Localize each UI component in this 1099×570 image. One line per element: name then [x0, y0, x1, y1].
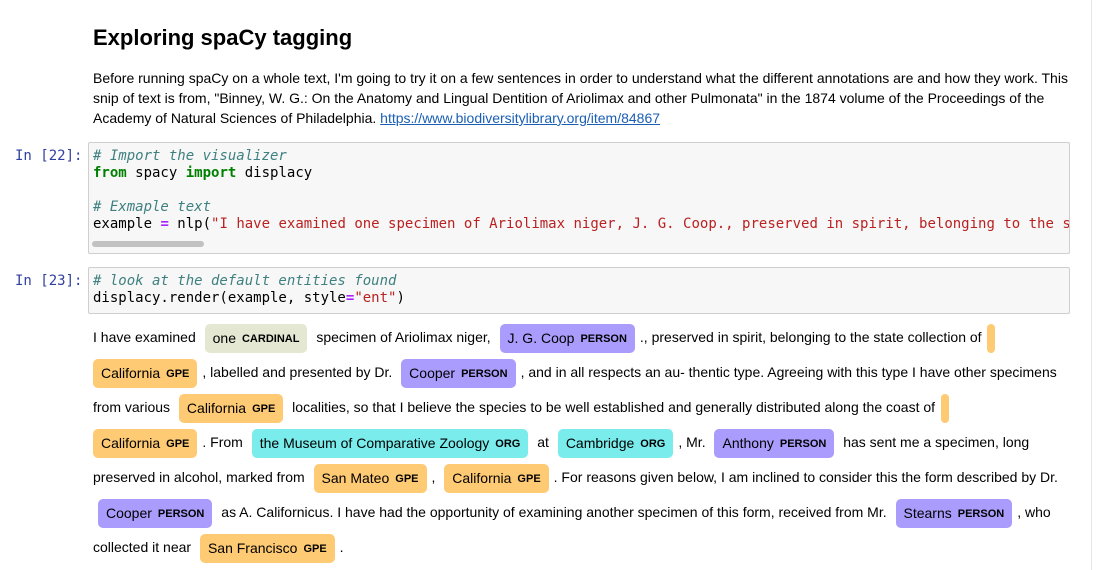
output-text: as A. Californicus. I have had the oppor…	[217, 504, 891, 520]
entity-text: Cambridge	[565, 434, 635, 451]
code-var: example	[93, 216, 161, 232]
horizontal-scrollbar[interactable]	[89, 238, 1069, 251]
code-operator: =	[160, 216, 169, 232]
entity-gpe: California GPE	[444, 463, 549, 493]
entity-org: the Museum of Comparative Zoology ORG	[251, 428, 529, 458]
entity-text: California	[452, 469, 512, 486]
entity-org: Cambridge ORG	[557, 428, 674, 458]
entity-gpe: San Francisco GPE	[199, 533, 335, 563]
cell-23-input[interactable]: # look at the default entities found dis…	[88, 267, 1070, 314]
output-text: at	[533, 434, 553, 450]
entity-label: PERSON	[580, 332, 627, 345]
output-text: ., preserved in spirit, belonging to the…	[639, 329, 986, 345]
entity-label: PERSON	[461, 367, 508, 380]
entity-label: ORG	[640, 437, 666, 450]
entity-person: Cooper PERSON	[98, 498, 213, 528]
code-string: "ent"	[354, 290, 397, 306]
output-text: . For reasons given below, I am inclined…	[553, 469, 1058, 485]
entity-label: GPE	[166, 367, 190, 380]
entity-gpe: San Mateo GPE	[313, 463, 427, 493]
source-link[interactable]: https://www.biodiversitylibrary.org/item…	[380, 110, 660, 126]
entity-text: J. G. Coop	[507, 329, 575, 346]
scrollbar-thumb[interactable]	[92, 241, 204, 247]
entity-label: PERSON	[957, 507, 1005, 520]
entity-label: GPE	[517, 472, 541, 485]
entity-text: San Mateo	[321, 469, 390, 486]
entity-label: PERSON	[779, 437, 827, 450]
entity-cardinal: one CARDINAL	[204, 323, 308, 353]
entity-text: California	[186, 399, 247, 416]
markdown-cell: Exploring spaCy tagging Before running s…	[93, 24, 1083, 128]
code-keyword: from	[93, 165, 127, 181]
entity-text: the Museum of Comparative Zoology	[259, 434, 490, 451]
code-comment: # Import the visualizer	[93, 148, 287, 164]
cell-23-code[interactable]: # look at the default entities found dis…	[89, 268, 1069, 312]
code-comment: # Exmaple text	[93, 199, 212, 215]
code-string: "I have examined one specimen of Ariolim…	[211, 216, 1070, 232]
cell-22-code[interactable]: # Import the visualizer from spacy impor…	[89, 143, 1069, 238]
entity-label: ORG	[495, 437, 521, 450]
entity-text: one	[212, 329, 236, 346]
code-name: displacy	[236, 165, 313, 181]
displacy-output: I have examined one CARDINAL specimen of …	[93, 320, 1078, 565]
output-text: .	[339, 539, 344, 555]
entity-wrap-stub	[987, 323, 996, 353]
output-text: , labelled and presented by Dr.	[202, 364, 397, 380]
code-module: spacy	[126, 165, 186, 181]
code-comment: # look at the default entities found	[93, 273, 397, 289]
code-call: nlp(	[168, 216, 212, 232]
entity-text: Cooper	[409, 364, 456, 381]
entity-label: PERSON	[157, 507, 205, 520]
entity-text: California	[101, 434, 161, 451]
output-text: specimen of Ariolimax niger,	[312, 329, 495, 345]
entity-wrap-stub	[940, 393, 949, 423]
cell-22-input[interactable]: # Import the visualizer from spacy impor…	[88, 142, 1070, 254]
code-paren: )	[396, 290, 405, 306]
output-text: ,	[431, 469, 440, 485]
entity-person: Cooper PERSON	[401, 358, 516, 388]
output-text: , Mr.	[678, 434, 710, 450]
entity-label: GPE	[303, 542, 327, 555]
intro-paragraph: Before running spaCy on a whole text, I'…	[93, 68, 1083, 128]
entity-text: Anthony	[722, 434, 774, 451]
entity-gpe: California GPE	[178, 393, 284, 423]
entity-text: San Francisco	[207, 539, 298, 556]
entity-label: GPE	[252, 402, 276, 415]
entity-label: CARDINAL	[241, 332, 300, 345]
output-text: . From	[202, 434, 247, 450]
entity-gpe: California GPE	[93, 428, 198, 458]
entity-text: California	[101, 364, 161, 381]
code-keyword: import	[185, 165, 237, 181]
cell-23-prompt: In [23]:	[15, 273, 83, 289]
section-heading: Exploring spaCy tagging	[93, 25, 353, 50]
entity-person: Anthony PERSON	[714, 428, 835, 458]
code-call: displacy.render(example, style	[93, 290, 346, 306]
entity-person: J. G. Coop PERSON	[499, 323, 635, 353]
cell-22-prompt: In [22]:	[15, 148, 83, 164]
entity-text: Cooper	[106, 504, 152, 521]
window-scrollbar-track[interactable]	[1091, 0, 1092, 570]
entity-person: Stearns PERSON	[895, 498, 1013, 528]
output-text: localities, so that I believe the specie…	[288, 399, 939, 415]
entity-label: GPE	[166, 437, 190, 450]
entity-text: Stearns	[903, 504, 952, 521]
entity-gpe: California GPE	[93, 358, 198, 388]
entity-label: GPE	[395, 472, 419, 485]
output-text: I have examined	[93, 329, 200, 345]
